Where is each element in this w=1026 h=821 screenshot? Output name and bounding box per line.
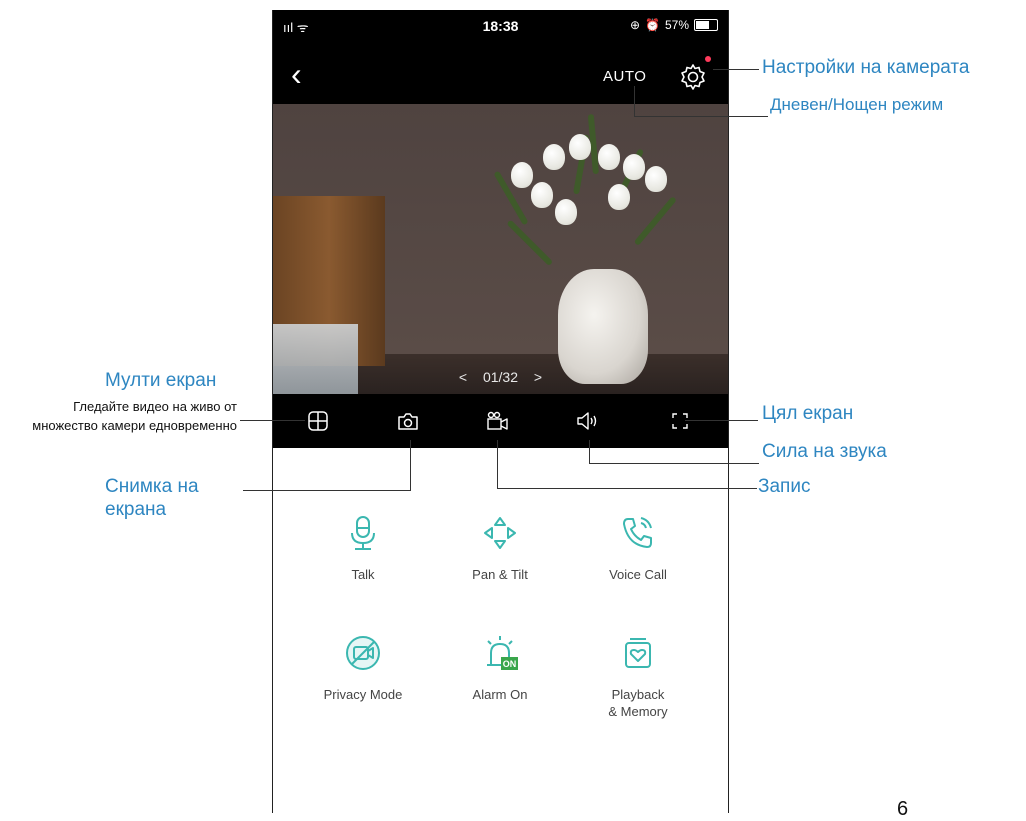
feature-alarm[interactable]: ON Alarm On (425, 633, 575, 703)
voice-call-icon (623, 517, 652, 548)
page-number: 6 (897, 798, 909, 820)
record-button[interactable] (483, 406, 513, 436)
feature-label: Talk (351, 567, 375, 582)
fullscreen-button[interactable] (665, 406, 695, 436)
video-record-icon (487, 411, 508, 430)
feature-voice-call[interactable]: Voice Call (563, 513, 713, 583)
feature-label: Privacy Mode (323, 687, 403, 702)
status-right: ⊕ ⏰ 57% (630, 18, 718, 32)
snapshot-button[interactable] (393, 406, 423, 436)
battery-percent: 57% (664, 18, 689, 32)
live-video[interactable]: < 01/32 > (273, 104, 728, 394)
settings-gear-icon[interactable] (678, 62, 708, 92)
feature-label: Playback & Memory (608, 687, 668, 719)
feature-pan-tilt[interactable]: Pan & Tilt (425, 513, 575, 583)
annotation-volume: Сила на звука (762, 441, 887, 462)
microphone-icon (351, 516, 375, 550)
playback-icon (625, 638, 651, 668)
feature-label: Voice Call (609, 567, 667, 582)
pan-tilt-icon (484, 517, 516, 549)
pager-prev[interactable]: < (459, 369, 467, 385)
pager-text: 01/32 (482, 369, 519, 385)
battery-icon (694, 19, 718, 31)
feature-privacy-mode[interactable]: Privacy Mode (288, 633, 438, 703)
phone-screen: ııl ᯤ 18:38 ⊕ ⏰ 57% ‹ AUTO < 01/32 > Tal… (272, 10, 729, 813)
back-button[interactable]: ‹ (291, 58, 302, 90)
camera-pager: < 01/32 > (273, 369, 728, 385)
pager-next[interactable]: > (534, 369, 542, 385)
alarm-clock-icon: ⏰ (645, 18, 660, 32)
fullscreen-icon (672, 413, 688, 429)
camera-icon (398, 413, 418, 430)
nav-bar: ‹ AUTO (273, 52, 728, 104)
feature-talk[interactable]: Talk (288, 513, 438, 583)
annotation-record: Запис (758, 476, 811, 497)
lock-rotation-icon: ⊕ (629, 18, 641, 32)
annotation-day-night: Дневен/Нощен режим (770, 95, 944, 114)
feature-label: Alarm On (472, 687, 528, 702)
alarm-icon: ON (487, 636, 518, 670)
annotation-camera-settings: Настройки на камерата (762, 57, 970, 78)
volume-button[interactable] (573, 406, 603, 436)
multi-screen-icon (308, 411, 328, 431)
annotation-full-screen: Цял екран (762, 403, 854, 424)
annotation-snapshot: Снимка на екрана (105, 476, 199, 520)
annotation-multi-screen: Мулти екран (105, 370, 217, 391)
feature-label: Pan & Tilt (472, 567, 528, 582)
alarm-badge: ON (503, 659, 517, 669)
status-bar: ııl ᯤ 18:38 ⊕ ⏰ 57% (273, 10, 728, 52)
multi-screen-button[interactable] (303, 406, 333, 436)
speaker-icon (577, 412, 597, 430)
privacy-mode-icon (346, 636, 380, 670)
feature-playback[interactable]: Playback & Memory (563, 633, 713, 720)
video-controls (273, 394, 728, 448)
annotation-multi-screen-desc: Гледайте видео на живо от множество каме… (32, 399, 237, 433)
day-night-mode-button[interactable]: AUTO (603, 68, 646, 85)
notification-dot (705, 56, 711, 62)
vase (558, 269, 648, 384)
